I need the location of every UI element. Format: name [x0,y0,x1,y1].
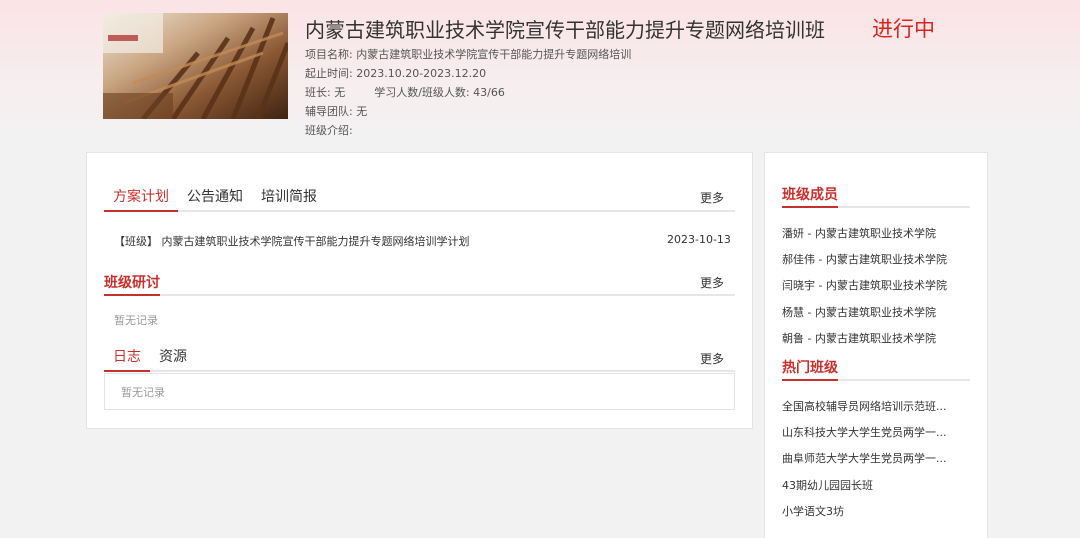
class-cover-image [103,13,288,119]
hot-classes-heading: 热门班级 [782,360,838,376]
intro-label: 班级介绍: [305,124,353,137]
hot-class-item[interactable]: 山东科技大学大学生党员两学一... [782,426,958,452]
project-name-row: 项目名称: 内蒙古建筑职业技术学院宣传干部能力提升专题网络培训 [305,46,631,62]
hot-class-item[interactable]: 曲阜师范大学大学生党员两学一... [782,452,958,478]
team-row: 辅导团队: 无 [305,103,367,119]
project-name-label: 项目名称: [305,48,353,61]
period-label: 起止时间: [305,67,353,80]
log-content-box: 暂无记录 [104,373,735,410]
hot-classes-list: 全国高校辅导员网络培训示范班... 山东科技大学大学生党员两学一... 曲阜师范… [782,400,958,531]
member-item[interactable]: 郝佳伟 - 内蒙古建筑职业技术学院 [782,253,958,279]
plan-tabs: 方案计划 公告通知 培训简报 [104,186,735,212]
project-name-value: 内蒙古建筑职业技术学院宣传干部能力提升专题网络培训 [356,48,632,61]
member-item[interactable]: 杨慧 - 内蒙古建筑职业技术学院 [782,306,958,332]
members-list: 潘妍 - 内蒙古建筑职业技术学院 郝佳伟 - 内蒙古建筑职业技术学院 闫晓宇 -… [782,227,958,358]
discussion-heading: 班级研讨 [104,275,160,291]
tab-log[interactable]: 日志 [104,346,150,372]
monitor-value: 无 [334,86,346,99]
members-heading: 班级成员 [782,187,838,203]
period-value: 2023.10.20-2023.12.20 [356,67,487,80]
team-label: 辅导团队: [305,105,353,118]
plan-more-link[interactable]: 更多 [700,189,724,206]
member-item[interactable]: 朝鲁 - 内蒙古建筑职业技术学院 [782,332,958,358]
monitor-count-row: 班长: 无 学习人数/班级人数: 43/66 [305,84,505,100]
hot-classes-accent [782,379,838,381]
member-item[interactable]: 闫晓宇 - 内蒙古建筑职业技术学院 [782,279,958,305]
sidebar-panel: 班级成员 潘妍 - 内蒙古建筑职业技术学院 郝佳伟 - 内蒙古建筑职业技术学院 … [764,152,988,538]
log-empty-text: 暂无记录 [121,386,165,399]
tab-plan[interactable]: 方案计划 [104,186,178,212]
tab-resource[interactable]: 资源 [150,346,196,370]
tab-notice[interactable]: 公告通知 [178,186,252,210]
discussion-more-link[interactable]: 更多 [700,274,724,291]
discussion-empty-text: 暂无记录 [114,314,158,327]
log-tabs: 日志 资源 [104,347,735,372]
tab-briefing[interactable]: 培训简报 [252,186,326,210]
log-more-link[interactable]: 更多 [700,350,724,367]
members-accent [782,206,838,208]
main-panel: 方案计划 公告通知 培训简报 更多 【班级】 内蒙古建筑职业技术学院宣传干部能力… [86,152,753,429]
plan-item-date: 2023-10-13 [667,233,731,246]
hot-class-item[interactable]: 全国高校辅导员网络培训示范班... [782,400,958,426]
count-value: 43/66 [473,86,505,99]
monitor-label: 班长: [305,86,331,99]
plan-item-title[interactable]: 【班级】 内蒙古建筑职业技术学院宣传干部能力提升专题网络培训学计划 [114,233,470,249]
discussion-accent [104,294,160,296]
status-badge: 进行中 [872,17,935,41]
hot-class-item[interactable]: 43期幼儿园园长班 [782,479,958,505]
class-title: 内蒙古建筑职业技术学院宣传干部能力提升专题网络培训班 [305,18,825,42]
member-item[interactable]: 潘妍 - 内蒙古建筑职业技术学院 [782,227,958,253]
discussion-divider [104,294,735,296]
count-label: 学习人数/班级人数: [374,86,470,99]
hot-class-item[interactable]: 小学语文3坊 [782,505,958,531]
period-row: 起止时间: 2023.10.20-2023.12.20 [305,65,486,81]
intro-row: 班级介绍: [305,122,353,138]
team-value: 无 [356,105,368,118]
